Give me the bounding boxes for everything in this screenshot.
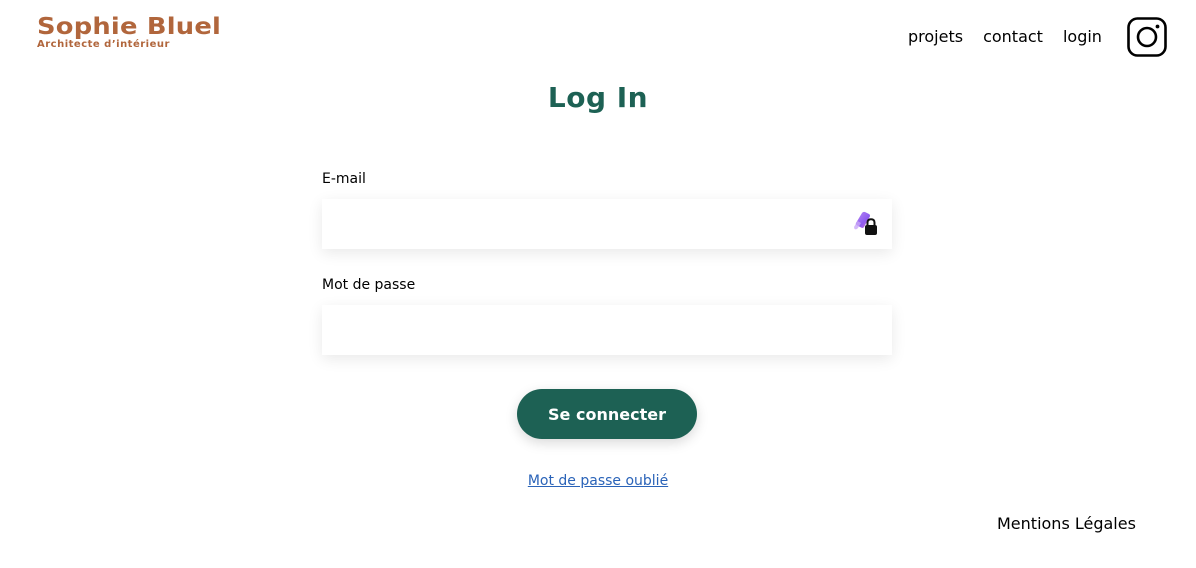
brand-logo[interactable]: Sophie Bluel Architecte d’intérieur	[37, 14, 221, 51]
page-title: Log In	[547, 81, 649, 114]
email-field[interactable]	[322, 199, 892, 249]
password-label: Mot de passe	[322, 277, 416, 293]
login-page: Sophie Bluel Architecte d’intérieur proj…	[0, 0, 1196, 568]
password-manager-lock-icon[interactable]	[851, 211, 879, 237]
forgot-password-link[interactable]: Mot de passe oublié	[528, 473, 668, 489]
login-submit-button[interactable]: Se connecter	[517, 389, 697, 439]
legal-mentions-link[interactable]: Mentions Légales	[997, 514, 1136, 534]
nav-item-login[interactable]: login	[1063, 27, 1102, 47]
brand-tagline: Architecte d’intérieur	[37, 39, 170, 50]
brand-name: Sophie Bluel	[37, 14, 222, 40]
email-label: E-mail	[322, 171, 366, 187]
nav-item-projets[interactable]: projets	[908, 27, 963, 47]
main-nav: projets contact login	[908, 27, 1102, 47]
instagram-icon[interactable]	[1127, 17, 1167, 57]
nav-item-contact[interactable]: contact	[983, 27, 1043, 47]
password-field[interactable]	[322, 305, 892, 355]
forgot-password-row: Mot de passe oublié	[0, 472, 1196, 490]
